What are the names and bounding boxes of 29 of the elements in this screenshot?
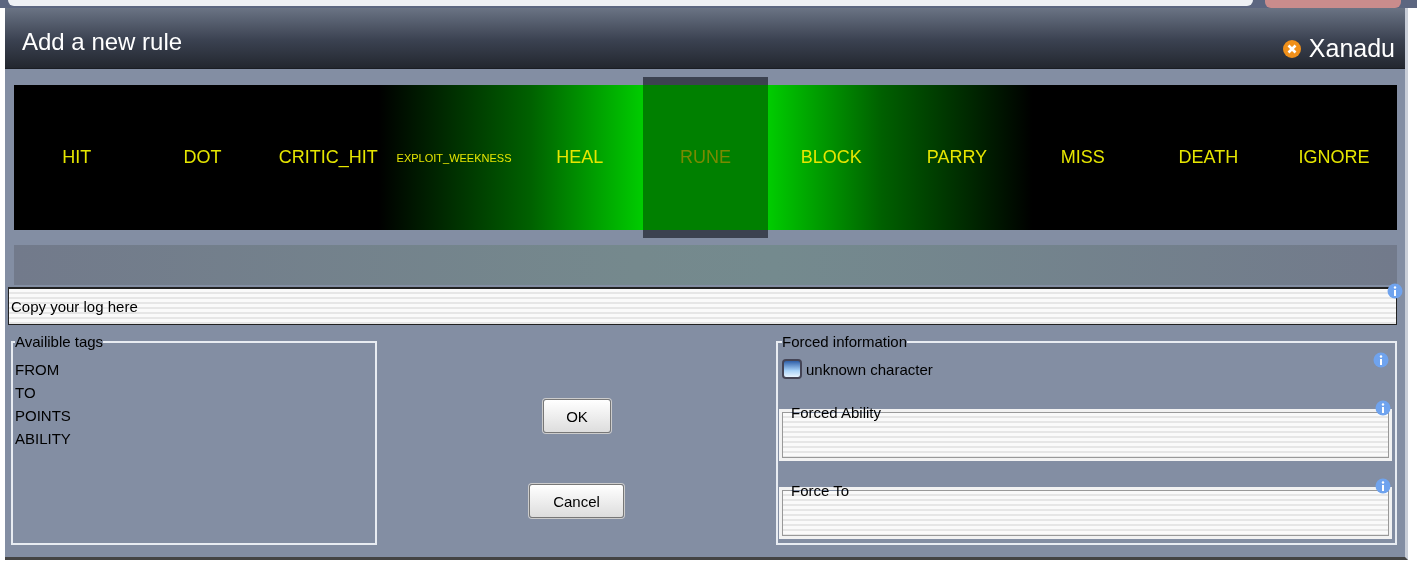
- log-input-field[interactable]: Copy your log here: [8, 287, 1397, 325]
- panel-title: Availible tags: [15, 333, 104, 350]
- rule-type-item[interactable]: EXPLOIT_WEEKNESS: [391, 85, 517, 230]
- tag-item: TO: [15, 383, 37, 403]
- close-icon[interactable]: [1281, 38, 1302, 59]
- info-icon[interactable]: [1375, 478, 1391, 494]
- rule-type-item[interactable]: IGNORE: [1271, 85, 1397, 230]
- app-name: Xanadu: [1308, 34, 1395, 63]
- rule-type-item[interactable]: HIT: [14, 85, 140, 230]
- rule-type-item[interactable]: DEATH: [1145, 85, 1272, 230]
- info-icon[interactable]: [1387, 283, 1403, 299]
- field-label: Forced Ability: [791, 404, 882, 421]
- rule-type-item[interactable]: CRITIC_HIT: [265, 85, 392, 230]
- checkbox[interactable]: [782, 359, 802, 379]
- tag-item: ABILITY: [15, 429, 72, 449]
- info-icon[interactable]: [1373, 352, 1389, 368]
- panel-title: Forced information: [782, 333, 908, 350]
- rule-type-item[interactable]: DOT: [139, 85, 266, 230]
- tag-item: POINTS: [15, 406, 72, 426]
- field-label: Force To: [791, 482, 850, 499]
- tag-item: FROM: [15, 360, 61, 380]
- dialog-button[interactable]: OK: [543, 399, 611, 433]
- window-title: Add a new rule: [22, 28, 183, 56]
- dialog-button[interactable]: Cancel: [529, 484, 624, 518]
- rule-type-item[interactable]: MISS: [1019, 85, 1146, 230]
- checkbox-label: unknown character: [806, 360, 933, 378]
- info-icon[interactable]: [1375, 400, 1391, 416]
- input-field[interactable]: Forced Ability: [782, 404, 1389, 458]
- rule-type-item[interactable]: PARRY: [894, 85, 1020, 230]
